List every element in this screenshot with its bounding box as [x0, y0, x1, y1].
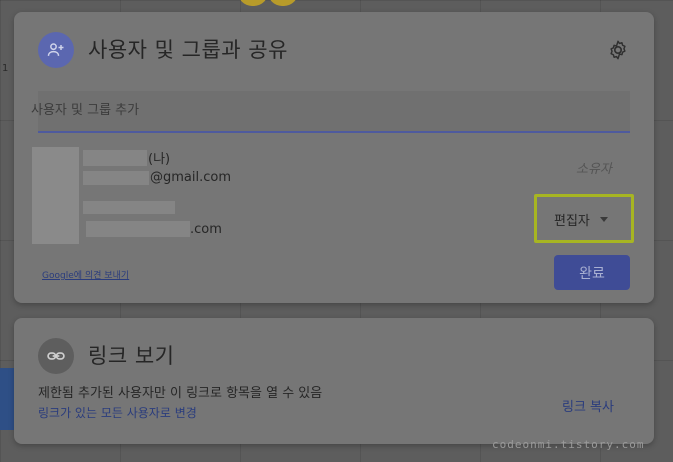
link-restriction-text: 제한됨 추가된 사용자만 이 링크로 항목을 열 수 있음 — [38, 386, 323, 401]
member-email: .com — [190, 222, 222, 237]
caret-down-icon — [599, 216, 608, 222]
person-add-icon — [38, 32, 74, 68]
done-button[interactable]: 완료 — [554, 255, 630, 290]
member-name-blurred — [83, 201, 175, 214]
background-avatar — [238, 0, 268, 6]
role-dropdown[interactable]: 편집자 — [540, 202, 628, 236]
link-icon — [38, 338, 74, 374]
word-doc-icon — [0, 368, 14, 430]
role-dropdown-label: 편집자 — [554, 213, 590, 229]
member-email-blurred — [86, 221, 190, 237]
member-name-blurred — [83, 150, 147, 166]
change-access-link[interactable]: 링크가 있는 모든 사용자로 변경 — [38, 404, 197, 421]
member-avatar-blurred — [32, 147, 79, 244]
member-me-label: (나) — [148, 152, 171, 167]
member-email: @gmail.com — [150, 170, 232, 185]
background-avatars — [238, 0, 298, 6]
owner-role-label: 소유자 — [576, 162, 612, 177]
copy-link-button[interactable]: 링크 복사 — [562, 396, 614, 415]
link-card-title: 링크 보기 — [88, 344, 175, 368]
background-cell-text: 1 — [2, 63, 9, 74]
send-feedback-link[interactable]: Google에 의견 보내기 — [42, 268, 129, 281]
background-avatar — [268, 0, 298, 6]
share-dialog: 사용자 및 그룹과 공유 사용자 및 그룹 추가 (나) @gmail.com … — [14, 12, 654, 303]
add-people-placeholder: 사용자 및 그룹 추가 — [31, 103, 140, 118]
member-email-blurred — [83, 171, 149, 185]
watermark-text: codeonmi.tistory.com — [492, 438, 645, 451]
dialog-title: 사용자 및 그룹과 공유 — [88, 38, 288, 62]
gear-icon[interactable] — [606, 38, 630, 62]
link-view-card: 링크 보기 제한됨 추가된 사용자만 이 링크로 항목을 열 수 있음 링크가 … — [14, 318, 654, 444]
